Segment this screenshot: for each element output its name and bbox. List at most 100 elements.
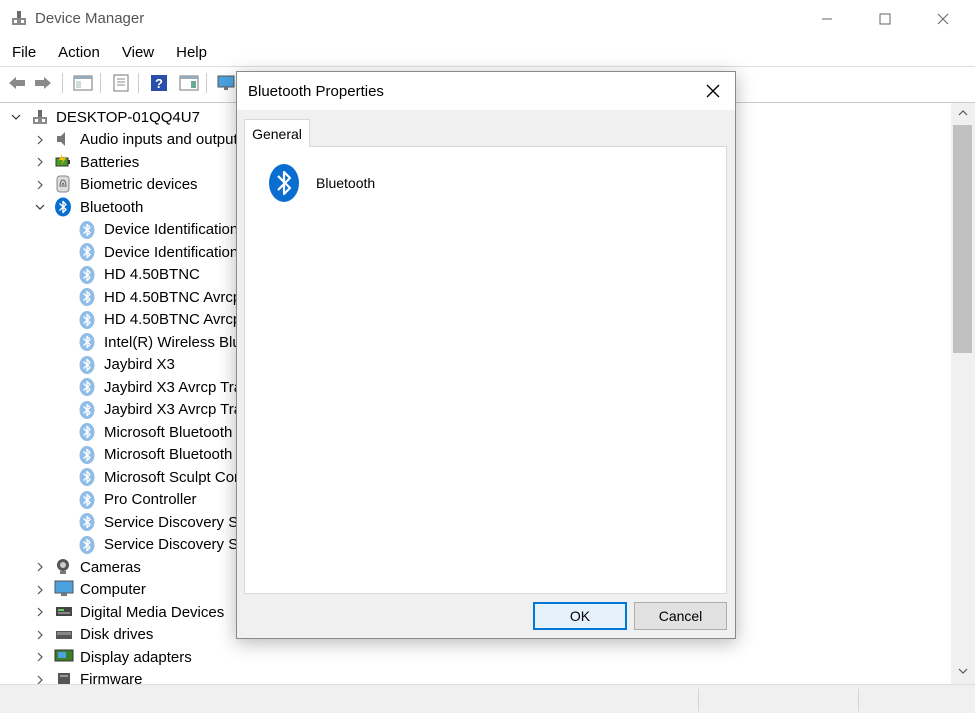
bluetooth-device-label: Service Discovery Ser bbox=[104, 513, 252, 531]
tree-root-label: DESKTOP-01QQ4U7 bbox=[56, 108, 200, 126]
chevron-right-icon[interactable] bbox=[34, 651, 46, 663]
bluetooth-icon bbox=[78, 422, 96, 441]
computer-tower-icon bbox=[31, 108, 49, 126]
bluetooth-device-label: Jaybird X3 Avrcp Tran bbox=[104, 378, 251, 396]
firmware-icon bbox=[54, 670, 72, 684]
back-button[interactable] bbox=[6, 72, 28, 94]
computer-icon bbox=[54, 580, 74, 598]
chevron-down-icon[interactable] bbox=[10, 111, 22, 123]
bluetooth-icon bbox=[78, 287, 96, 306]
bluetooth-device-label: HD 4.50BTNC Avrcp T bbox=[104, 288, 255, 306]
chevron-right-icon[interactable] bbox=[34, 674, 46, 685]
chevron-right-icon[interactable] bbox=[34, 134, 46, 146]
menu-file[interactable]: File bbox=[0, 40, 46, 66]
bluetooth-icon bbox=[78, 400, 96, 419]
scroll-down-button[interactable] bbox=[951, 662, 975, 680]
back-icon bbox=[9, 77, 25, 89]
tree-category-label: Batteries bbox=[80, 153, 140, 171]
tree-category-label: Biometric devices bbox=[80, 176, 198, 193]
show-hide-console-tree-button[interactable] bbox=[72, 72, 94, 94]
chevron-down-icon bbox=[958, 668, 968, 674]
disk-drive-icon bbox=[54, 625, 72, 643]
tree-category-label: Disk drives bbox=[80, 626, 154, 643]
chevron-right-icon[interactable] bbox=[34, 561, 46, 573]
properties-button[interactable] bbox=[110, 72, 132, 94]
help-button[interactable]: ? bbox=[148, 72, 170, 94]
tree-category-label: Cameras bbox=[80, 558, 141, 576]
scrollbar-thumb[interactable] bbox=[953, 125, 972, 353]
bluetooth-device-label: Service Discovery Ser bbox=[104, 536, 252, 553]
bluetooth-device-label: HD 4.50BTNC bbox=[104, 266, 200, 283]
menu-view[interactable]: View bbox=[110, 40, 164, 66]
bluetooth-device-label: Device Identification bbox=[104, 243, 239, 261]
bluetooth-icon bbox=[78, 377, 96, 396]
bluetooth-icon bbox=[78, 512, 96, 531]
cancel-button[interactable]: Cancel bbox=[634, 602, 727, 630]
chevron-right-icon[interactable] bbox=[34, 629, 46, 641]
chevron-right-icon[interactable] bbox=[34, 606, 46, 618]
maximize-icon bbox=[879, 13, 891, 25]
bluetooth-icon bbox=[268, 163, 300, 203]
tree-category-label: Digital Media Devices bbox=[80, 603, 225, 621]
close-window-button[interactable] bbox=[914, 0, 972, 38]
bluetooth-device-label: Microsoft Bluetooth bbox=[104, 446, 233, 463]
scroll-up-button[interactable] bbox=[951, 104, 975, 122]
bluetooth-device-label: Pro Controller bbox=[104, 491, 197, 508]
svg-text:?: ? bbox=[155, 76, 163, 91]
bluetooth-icon bbox=[78, 490, 96, 509]
tab-general[interactable]: General bbox=[244, 119, 310, 147]
menu-bar: File Action View Help bbox=[0, 40, 975, 66]
title-bar: Device Manager bbox=[0, 0, 975, 38]
ok-button[interactable]: OK bbox=[533, 602, 627, 630]
action-pane-button[interactable] bbox=[178, 72, 200, 94]
bluetooth-device-label: Jaybird X3 Avrcp Tran bbox=[104, 401, 251, 418]
bluetooth-icon bbox=[78, 220, 96, 239]
speaker-icon bbox=[54, 130, 72, 148]
dialog-title-bar: Bluetooth Properties bbox=[237, 72, 735, 110]
dialog-title: Bluetooth Properties bbox=[248, 83, 384, 100]
minimize-button[interactable] bbox=[798, 0, 856, 38]
bluetooth-device-label: HD 4.50BTNC Avrcp T bbox=[104, 311, 255, 328]
tree-category-display-adapters[interactable]: Display adapters bbox=[0, 646, 940, 668]
chevron-down-icon[interactable] bbox=[34, 201, 46, 213]
menu-help[interactable]: Help bbox=[164, 40, 217, 66]
bluetooth-device-label: Microsoft Sculpt Con bbox=[104, 468, 243, 486]
forward-button[interactable] bbox=[32, 72, 54, 94]
battery-icon bbox=[54, 152, 72, 170]
toolbar-separator bbox=[138, 73, 139, 93]
close-icon bbox=[706, 84, 720, 98]
maximize-button[interactable] bbox=[856, 0, 914, 38]
chevron-right-icon[interactable] bbox=[34, 156, 46, 168]
menu-action[interactable]: Action bbox=[46, 40, 110, 66]
bluetooth-icon bbox=[78, 242, 96, 261]
bluetooth-icon bbox=[54, 197, 72, 217]
bluetooth-icon bbox=[78, 445, 96, 464]
bluetooth-icon bbox=[78, 535, 96, 554]
bluetooth-icon bbox=[78, 355, 96, 374]
action-pane-icon bbox=[179, 75, 199, 91]
bluetooth-device-label: Jaybird X3 bbox=[104, 356, 175, 373]
chevron-right-icon[interactable] bbox=[34, 179, 46, 191]
forward-icon bbox=[35, 77, 51, 89]
window-title: Device Manager bbox=[35, 10, 145, 27]
bluetooth-properties-dialog: Bluetooth Properties General Bluetooth O… bbox=[236, 71, 736, 639]
bluetooth-icon bbox=[78, 310, 96, 329]
chevron-right-icon[interactable] bbox=[34, 584, 46, 596]
device-manager-icon bbox=[10, 9, 28, 27]
tree-category-label: Display adapters bbox=[80, 648, 192, 666]
bluetooth-device-label: Device Identification bbox=[104, 221, 239, 238]
properties-icon bbox=[113, 74, 129, 92]
fingerprint-icon bbox=[54, 175, 72, 193]
tree-category-firmware[interactable]: Firmware bbox=[0, 669, 940, 685]
toolbar-separator bbox=[62, 73, 63, 93]
minimize-icon bbox=[822, 18, 832, 20]
toolbar-separator bbox=[206, 73, 207, 93]
tree-category-label: Firmware bbox=[80, 671, 143, 684]
chevron-up-icon bbox=[958, 110, 968, 116]
bluetooth-icon bbox=[78, 467, 96, 486]
display-adapter-icon bbox=[54, 647, 74, 665]
tree-category-label: Bluetooth bbox=[80, 198, 144, 216]
dialog-close-button[interactable] bbox=[691, 72, 735, 110]
tree-category-label: Computer bbox=[80, 581, 146, 598]
scan-hardware-button[interactable] bbox=[216, 72, 238, 94]
